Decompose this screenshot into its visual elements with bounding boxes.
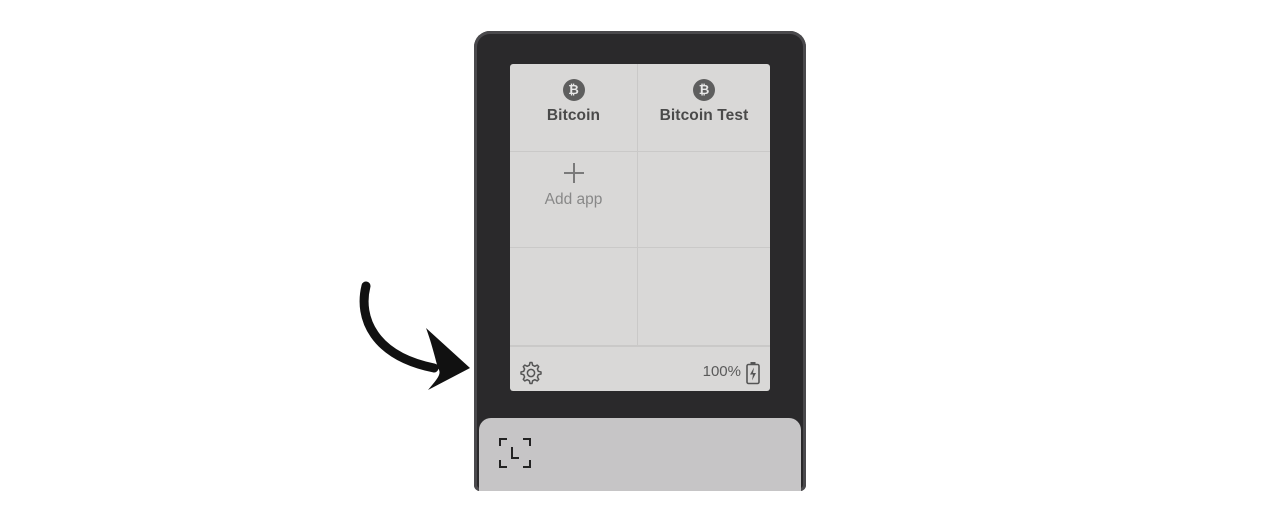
app-label: Bitcoin Test <box>659 107 749 124</box>
add-app-label: Add app <box>544 191 603 208</box>
app-grid: ₿ Bitcoin ₿ Bitcoin Test Add app <box>510 64 770 346</box>
battery-percentage: 100% <box>702 363 741 380</box>
bitcoin-icon: ₿ <box>562 79 585 101</box>
bitcoin-icon: ₿ <box>693 79 715 101</box>
device-screen: ₿ Bitcoin ₿ Bitcoin Test Add app 100% <box>510 64 770 391</box>
bottom-panel <box>479 418 801 491</box>
hardware-wallet-device: ₿ Bitcoin ₿ Bitcoin Test Add app 100% <box>474 31 806 491</box>
curved-arrow-icon <box>359 281 470 390</box>
stage: ₿ Bitcoin ₿ Bitcoin Test Add app 100% <box>0 0 1280 520</box>
gear-icon[interactable] <box>519 361 543 385</box>
add-app-tile[interactable]: Add app <box>510 152 638 248</box>
empty-tile <box>510 248 638 346</box>
app-tile-bitcoin-test[interactable]: ₿ Bitcoin Test <box>638 64 770 152</box>
scan-icon[interactable] <box>498 437 532 469</box>
status-bar: 100% <box>510 346 770 391</box>
empty-tile <box>638 152 770 248</box>
app-tile-bitcoin[interactable]: ₿ Bitcoin <box>510 64 638 152</box>
battery-charging-icon <box>746 362 760 385</box>
plus-icon <box>563 162 585 184</box>
app-label: Bitcoin <box>546 107 601 124</box>
empty-tile <box>638 248 770 346</box>
